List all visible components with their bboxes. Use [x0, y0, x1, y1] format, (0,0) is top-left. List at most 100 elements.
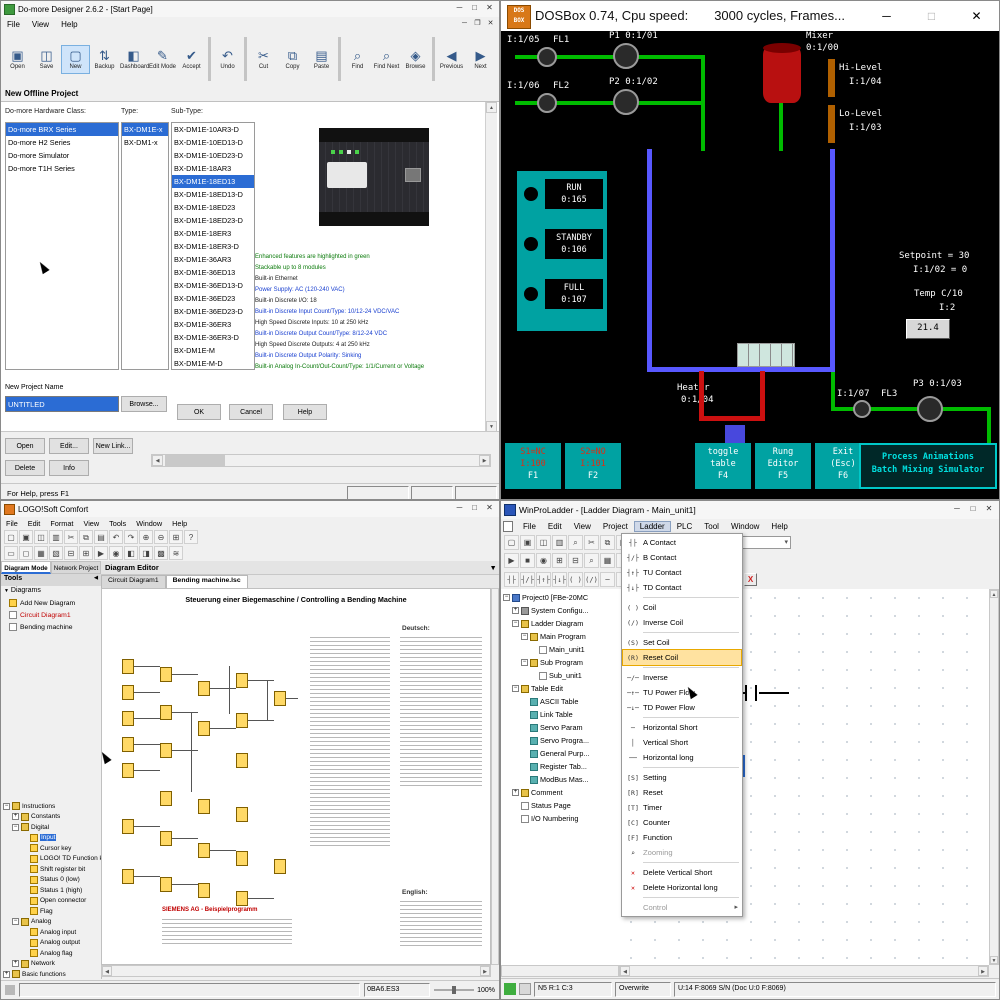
subtype-option[interactable]: BX-DM1E-10AR3-D: [172, 123, 254, 136]
online-icon[interactable]: ◉: [109, 546, 123, 560]
layout-icon[interactable]: ▩: [154, 546, 168, 560]
tree-item[interactable]: − Main Program: [501, 630, 619, 643]
tree-item[interactable]: Status Page: [501, 799, 619, 812]
next-button[interactable]: ▶ Next: [466, 45, 495, 74]
instruction-item[interactable]: − Instructions: [1, 801, 101, 812]
hardware-class-option[interactable]: Do-more T1H Series: [6, 162, 118, 175]
subtype-option[interactable]: BX-DM1E-18AR3: [172, 162, 254, 175]
hardware-class-option[interactable]: Do-more BRX Series: [6, 123, 118, 136]
menu-option[interactable]: [S] Setting: [623, 770, 741, 785]
menu-item[interactable]: Help: [765, 521, 793, 532]
child-minimize-button[interactable]: ─: [458, 20, 471, 27]
hline-tool[interactable]: ─: [600, 572, 615, 587]
instruction-item[interactable]: Cursor key: [1, 843, 101, 854]
menu-option[interactable]: ┤↑├ TU Contact: [623, 565, 741, 580]
accept-button[interactable]: ✔ Accept: [177, 45, 206, 74]
launchpad-button[interactable]: Open: [5, 438, 45, 454]
maximize-button[interactable]: □: [467, 503, 482, 512]
scroll-up-icon[interactable]: ▲: [990, 590, 998, 598]
scroll-down-icon[interactable]: ▼: [990, 956, 998, 964]
help-icon[interactable]: ?: [184, 530, 198, 544]
convert-icon[interactable]: ≋: [169, 546, 183, 560]
key-f5[interactable]: RungEditorF5: [755, 443, 811, 489]
close-button[interactable]: ✕: [981, 504, 997, 513]
menu-option[interactable]: [643, 717, 739, 718]
menu-option[interactable]: [643, 862, 739, 863]
grid-icon[interactable]: ⊞: [169, 530, 183, 544]
maximize-button[interactable]: □: [909, 1, 954, 31]
scroll-left-icon[interactable]: ◀: [152, 455, 163, 466]
scrollbar-thumb[interactable]: [165, 455, 225, 466]
launchpad-button[interactable]: Info: [49, 460, 89, 476]
tree-item[interactable]: Link Table: [501, 708, 619, 721]
paste-icon[interactable]: ▤: [94, 530, 108, 544]
simulate-icon[interactable]: ▶: [94, 546, 108, 560]
instruction-item[interactable]: Flag: [1, 906, 101, 917]
scroll-right-icon[interactable]: ▶: [480, 966, 490, 976]
text-icon[interactable]: ▧: [49, 546, 63, 560]
vertical-scrollbar[interactable]: ▲ ▼: [485, 102, 497, 432]
child-close-button[interactable]: ✕: [484, 19, 497, 27]
key-f2[interactable]: S2=NOI:101F2: [565, 443, 621, 489]
tree-item[interactable]: − Table Edit: [501, 682, 619, 695]
toolbar-button[interactable]: [338, 37, 341, 81]
minimize-button[interactable]: ─: [452, 3, 467, 12]
b-contact-tool[interactable]: ┤/├: [520, 572, 535, 587]
menu-option[interactable]: │ Vertical Short: [623, 735, 741, 750]
cut-button[interactable]: ✂ Cut: [249, 45, 278, 74]
run-icon[interactable]: ▶: [504, 553, 519, 568]
instruction-item[interactable]: + Basic functions: [1, 969, 101, 980]
launchpad-button[interactable]: Delete: [5, 460, 45, 476]
instruction-item[interactable]: Open connector: [1, 896, 101, 907]
select-icon[interactable]: ▭: [4, 546, 18, 560]
new-button[interactable]: ▢ New: [61, 45, 90, 74]
coil-tool[interactable]: ( ): [568, 572, 583, 587]
collapse-icon[interactable]: ◀: [94, 575, 98, 585]
subtype-option[interactable]: BX-DM1E-10ED13-D: [172, 136, 254, 149]
a-contact-tool[interactable]: ┤├: [504, 572, 519, 587]
tree-item[interactable]: Register Tab...: [501, 760, 619, 773]
instruction-item[interactable]: − Digital: [1, 822, 101, 833]
undo-icon[interactable]: ↶: [109, 530, 123, 544]
new-icon[interactable]: ▢: [4, 530, 18, 544]
tree-item[interactable]: Main_unit1: [501, 643, 619, 656]
menu-option[interactable]: [643, 597, 739, 598]
menu-option[interactable]: ─↑─ TU Power Flow: [623, 685, 741, 700]
zoom-in-icon[interactable]: ⊕: [139, 530, 153, 544]
instruction-item[interactable]: Analog output: [1, 938, 101, 949]
menu-item[interactable]: Project: [597, 521, 634, 532]
help-button[interactable]: Help: [283, 404, 327, 420]
menu-item[interactable]: View: [78, 519, 104, 528]
scroll-left-icon[interactable]: ◀: [102, 966, 112, 976]
align-left-icon[interactable]: ◧: [124, 546, 138, 560]
subtype-option[interactable]: BX-DM1E-10ED23-D: [172, 149, 254, 162]
toolbar-button[interactable]: [244, 37, 247, 81]
zoom-out-icon[interactable]: ⊖: [154, 530, 168, 544]
menu-option[interactable]: ┤↓├ TD Contact: [623, 580, 741, 595]
instruction-item[interactable]: Status 0 (low): [1, 875, 101, 886]
preview-icon[interactable]: ⌕: [568, 535, 583, 550]
find-icon[interactable]: ⌕: [584, 553, 599, 568]
hardware-class-option[interactable]: Do-more Simulator: [6, 149, 118, 162]
diagrams-header[interactable]: ▼ Diagrams: [1, 586, 101, 597]
scroll-right-icon[interactable]: ▶: [978, 966, 988, 976]
unit-combo[interactable]: ▾: [739, 536, 791, 549]
find-next-button[interactable]: ⌕ Find Next: [372, 45, 401, 74]
menu-item[interactable]: Tool: [698, 521, 725, 532]
scroll-up-icon[interactable]: ▲: [486, 102, 497, 113]
panel-button[interactable]: FULL0:107: [545, 279, 603, 309]
menu-item[interactable]: Window: [131, 519, 167, 528]
subtype-option[interactable]: BX-DM1E-36ED23-D: [172, 305, 254, 318]
redo-icon[interactable]: ↷: [124, 530, 138, 544]
maximize-button[interactable]: □: [965, 504, 981, 513]
close-button[interactable]: ✕: [482, 3, 497, 12]
menu-option[interactable]: ┤/├ B Contact: [623, 550, 741, 565]
type-option[interactable]: BX-DM1-x: [122, 136, 168, 149]
tree-item[interactable]: ASCII Table: [501, 695, 619, 708]
backup-button[interactable]: ⇅ Backup: [90, 45, 119, 74]
menu-item[interactable]: View: [568, 521, 597, 532]
close-button[interactable]: ✕: [954, 1, 999, 31]
subtype-option[interactable]: BX-DM1E-36ED13: [172, 266, 254, 279]
document-tab[interactable]: Bending machine.lsc: [166, 575, 248, 588]
subtype-option[interactable]: BX-DM1E-18ED13-D: [172, 188, 254, 201]
